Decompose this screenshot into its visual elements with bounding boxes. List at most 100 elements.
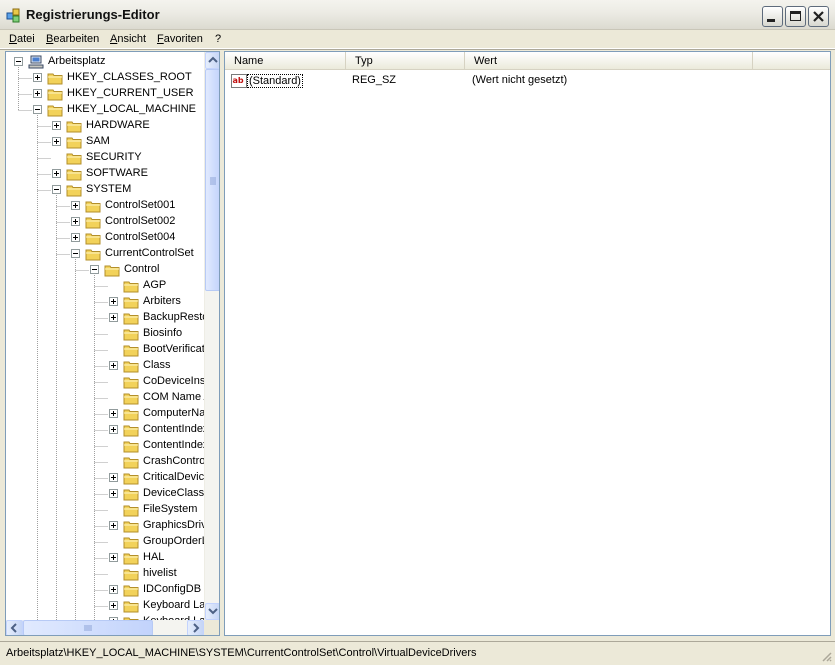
expand-plus-icon[interactable]: [52, 121, 61, 130]
folder-icon: [123, 457, 139, 469]
tree-item[interactable]: Arbiters: [109, 294, 204, 310]
maximize-icon: [790, 11, 801, 21]
tree-item[interactable]: HARDWARE: [52, 118, 204, 134]
tree-item[interactable]: HKEY_LOCAL_MACHINE: [33, 102, 204, 118]
expand-plus-icon[interactable]: [109, 553, 118, 562]
tree-item[interactable]: BootVerificationProgram: [109, 342, 219, 358]
tree-item[interactable]: SAM: [52, 134, 204, 150]
tree-item[interactable]: ControlSet001: [71, 198, 204, 214]
folder-icon: [123, 569, 139, 581]
expand-plus-icon[interactable]: [109, 425, 118, 434]
tree-item[interactable]: Arbeitsplatz: [14, 54, 204, 70]
expand-plus-icon[interactable]: [52, 169, 61, 178]
horizontal-scroll-thumb[interactable]: [23, 620, 153, 635]
tree-item[interactable]: DeviceClasses: [109, 486, 216, 502]
collapse-minus-icon[interactable]: [71, 249, 80, 258]
scroll-right-button[interactable]: [187, 620, 204, 635]
value-list[interactable]: Name Typ Wert ab (Standard) REG_SZ (Wert…: [224, 51, 831, 636]
tree-item-label: HKEY_CURRENT_USER: [67, 87, 194, 99]
tree-item[interactable]: HAL: [109, 550, 204, 566]
registry-tree[interactable]: Arbeitsplatz HKEY_CLASSES_ROOT HKEY_CURREN…: [5, 51, 220, 636]
tree-item[interactable]: hivelist: [109, 566, 204, 582]
expand-plus-icon[interactable]: [109, 521, 118, 530]
svg-text:ab: ab: [233, 76, 244, 85]
tree-item[interactable]: SOFTWARE: [52, 166, 204, 182]
column-header-type[interactable]: Typ: [346, 52, 465, 70]
expand-plus-icon[interactable]: [109, 473, 118, 482]
collapse-minus-icon[interactable]: [90, 265, 99, 274]
folder-icon: [123, 345, 139, 357]
tree-item[interactable]: AGP: [109, 278, 204, 294]
expand-plus-icon[interactable]: [109, 489, 118, 498]
tree-item[interactable]: FileSystem: [109, 502, 204, 518]
tree-item-label: Arbiters: [143, 295, 181, 307]
tree-item[interactable]: GraphicsDrivers: [109, 518, 219, 534]
tree-item[interactable]: ControlSet002: [71, 214, 204, 230]
expand-plus-icon[interactable]: [109, 297, 118, 306]
menu-help[interactable]: ?: [215, 33, 221, 45]
expand-plus-icon[interactable]: [33, 89, 42, 98]
menu-ansicht[interactable]: Ansicht: [110, 33, 146, 45]
tree-item[interactable]: Control: [90, 262, 204, 278]
tree-item[interactable]: HKEY_CLASSES_ROOT: [33, 70, 204, 86]
tree-item[interactable]: GroupOrderList: [109, 534, 219, 550]
scroll-thumb[interactable]: [205, 69, 219, 291]
value-data: (Wert nicht gesetzt): [472, 74, 568, 86]
expand-plus-icon[interactable]: [33, 73, 42, 82]
menu-favoriten[interactable]: Favoriten: [157, 33, 203, 45]
list-header: Name Typ Wert: [225, 52, 830, 70]
tree-item[interactable]: CurrentControlSet: [71, 246, 204, 262]
tree-item-label: SAM: [86, 135, 110, 147]
title-bar[interactable]: Registrierungs-Editor: [0, 0, 835, 30]
tree-item[interactable]: CrashControl: [109, 454, 208, 470]
expand-plus-icon[interactable]: [109, 409, 118, 418]
resize-grip-icon[interactable]: [821, 651, 833, 663]
scroll-up-button[interactable]: [205, 52, 219, 69]
tree-item[interactable]: ControlSet004: [71, 230, 204, 246]
tree-item[interactable]: Biosinfo: [109, 326, 204, 342]
value-row[interactable]: ab (Standard) REG_SZ (Wert nicht gesetzt…: [225, 73, 830, 89]
folder-icon: [66, 121, 82, 133]
tree-item[interactable]: ComputerName: [109, 406, 219, 422]
tree-horizontal-scrollbar[interactable]: [6, 620, 204, 635]
scroll-down-button[interactable]: [205, 603, 219, 620]
expand-plus-icon[interactable]: [109, 361, 118, 370]
tree-item[interactable]: BackupRestore: [109, 310, 218, 326]
tree-item[interactable]: Class: [109, 358, 204, 374]
folder-icon: [123, 585, 139, 597]
tree-vertical-scrollbar[interactable]: [204, 52, 219, 620]
expand-plus-icon[interactable]: [109, 585, 118, 594]
tree-item[interactable]: SYSTEM: [52, 182, 204, 198]
menu-bearbeiten[interactable]: Bearbeiten: [46, 33, 99, 45]
tree-item[interactable]: CoDeviceInstallers: [109, 374, 219, 390]
expand-plus-icon[interactable]: [71, 233, 80, 242]
menu-datei[interactable]: Datei: [9, 33, 35, 45]
close-icon: [813, 11, 824, 22]
expand-plus-icon[interactable]: [71, 201, 80, 210]
status-bar: Arbeitsplatz\HKEY_LOCAL_MACHINE\SYSTEM\C…: [0, 641, 835, 665]
tree-item[interactable]: Keyboard Layout: [109, 598, 219, 614]
tree-item[interactable]: ContentIndex: [109, 422, 208, 438]
tree-item-label: HAL: [143, 551, 165, 563]
tree-item[interactable]: ContentIndexCommon: [109, 438, 219, 454]
collapse-minus-icon[interactable]: [52, 185, 61, 194]
column-header-value[interactable]: Wert: [465, 52, 753, 70]
maximize-button[interactable]: [785, 6, 806, 27]
tree-item-label: HKEY_LOCAL_MACHINE: [67, 103, 196, 115]
tree-item[interactable]: IDConfigDB: [109, 582, 204, 598]
collapse-minus-icon[interactable]: [14, 57, 23, 66]
minimize-button[interactable]: [762, 6, 783, 27]
tree-item[interactable]: COM Name Arbiter: [109, 390, 219, 406]
collapse-minus-icon[interactable]: [33, 105, 42, 114]
tree-item[interactable]: HKEY_CURRENT_USER: [33, 86, 204, 102]
expand-plus-icon[interactable]: [109, 601, 118, 610]
expand-plus-icon[interactable]: [71, 217, 80, 226]
folder-icon: [123, 361, 139, 373]
tree-item[interactable]: CriticalDeviceDatabase: [109, 470, 219, 486]
close-button[interactable]: [808, 6, 829, 27]
expand-plus-icon[interactable]: [109, 313, 118, 322]
expand-plus-icon[interactable]: [52, 137, 61, 146]
scroll-left-button[interactable]: [6, 620, 23, 635]
column-header-name[interactable]: Name: [225, 52, 346, 70]
tree-item[interactable]: SECURITY: [52, 150, 204, 166]
